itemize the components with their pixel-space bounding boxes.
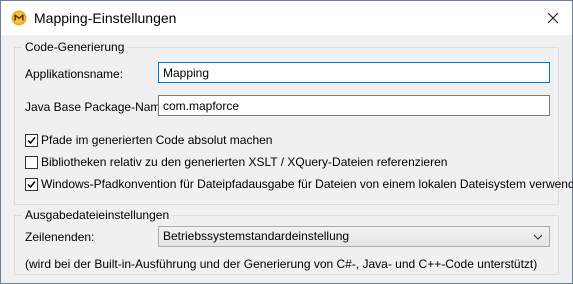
relative-libraries-checkbox[interactable] xyxy=(25,155,38,169)
java-package-input[interactable] xyxy=(158,95,550,116)
chevron-down-icon xyxy=(533,234,543,240)
windows-path-convention-checkbox-row[interactable]: Windows-Pfadkonvention für Dateipfadausg… xyxy=(25,176,573,192)
app-name-label: Applikationsname: xyxy=(25,67,124,81)
output-settings-legend: Ausgabedateieinstellungen xyxy=(22,208,173,222)
window-title: Mapping-Einstellungen xyxy=(34,10,177,26)
app-name-input[interactable] xyxy=(158,62,550,83)
windows-path-convention-checkbox[interactable] xyxy=(25,177,38,191)
close-button[interactable] xyxy=(540,5,566,31)
absolute-paths-checkbox-row[interactable]: Pfade im generierten Code absolut machen xyxy=(25,132,272,148)
absolute-paths-checkbox[interactable] xyxy=(25,133,38,147)
java-package-label: Java Base Package-Name: xyxy=(25,100,171,114)
mapping-settings-dialog: Mapping-Einstellungen Code-Generierung A… xyxy=(0,0,573,284)
code-generation-legend: Code-Generierung xyxy=(22,40,128,54)
line-endings-select[interactable]: Betriebssystemstandardeinstellung xyxy=(158,226,550,247)
line-endings-selected-value: Betriebssystemstandardeinstellung xyxy=(163,229,350,243)
checkmark-icon xyxy=(27,136,36,144)
windows-path-convention-label: Windows-Pfadkonvention für Dateipfadausg… xyxy=(41,177,573,191)
absolute-paths-label: Pfade im generierten Code absolut machen xyxy=(41,133,273,147)
checkmark-icon xyxy=(27,180,36,188)
line-endings-note: (wird bei der Built-in-Ausführung und de… xyxy=(25,257,538,271)
dialog-content: Code-Generierung Applikationsname: Java … xyxy=(1,35,573,283)
close-icon xyxy=(547,12,559,24)
line-endings-label: Zeilenenden: xyxy=(25,230,95,244)
title-bar[interactable]: Mapping-Einstellungen xyxy=(1,1,572,35)
relative-libraries-checkbox-row[interactable]: Bibliotheken relativ zu den generierten … xyxy=(25,154,447,170)
mapforce-app-icon xyxy=(11,10,27,26)
relative-libraries-label: Bibliotheken relativ zu den generierten … xyxy=(41,155,448,169)
